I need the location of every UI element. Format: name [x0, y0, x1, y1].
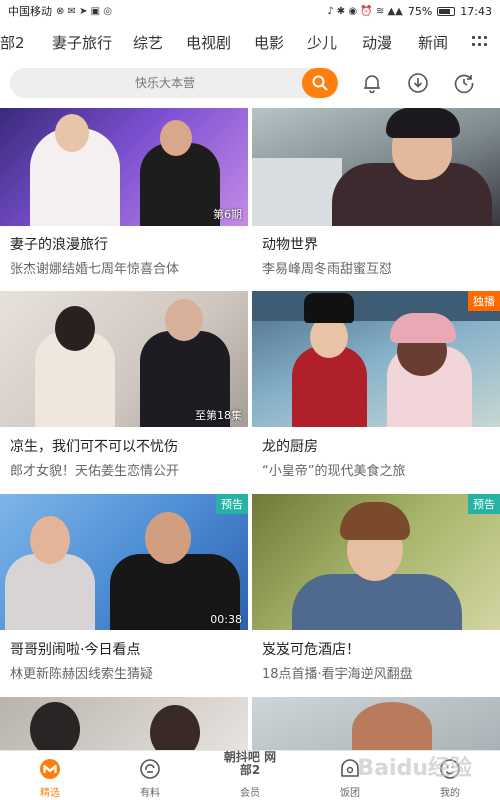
card-title: 龙的厨房 — [262, 439, 318, 455]
system-icons: ♪ ✱ ◉ ⏰ ≋ ▲▲ — [327, 5, 403, 17]
card-subtitle: 林更新陈赫因线索生猜疑 — [10, 667, 154, 682]
battery-level: 75% — [407, 4, 433, 18]
category-tab-6[interactable]: 动漫 — [362, 32, 392, 53]
card-title: 哥哥别闹啦·今日看点 — [10, 642, 141, 658]
search-row — [0, 68, 500, 98]
card-subtitle: “小皇帝”的现代美食之旅 — [262, 464, 406, 479]
card-title: 妻子的浪漫旅行 — [10, 237, 108, 253]
video-thumbnail[interactable]: 预告 00:38 — [0, 494, 248, 630]
card-subtitle: 张杰谢娜结婚七周年惊喜合体 — [10, 262, 180, 277]
notification-icons: ⊗ ✉ ➤ ▣ ◎ — [56, 5, 113, 17]
video-card[interactable]: 预告 00:38 哥哥别闹啦·今日看点 林更新陈赫因线索生猜疑 — [0, 494, 248, 684]
tab-vip[interactable]: 朝抖吧 网部2 会员 — [200, 751, 300, 800]
preview-badge: 预告 — [216, 494, 248, 514]
card-title: 动物世界 — [262, 237, 318, 253]
episode-label: 至第18集 — [195, 409, 242, 422]
tab-feed[interactable]: 有料 — [100, 751, 200, 800]
video-card[interactable]: 动物世界 李易峰周冬雨甜蜜互怼 — [252, 108, 500, 288]
category-tab-2[interactable]: 综艺 — [133, 32, 163, 53]
search-button[interactable] — [302, 68, 338, 98]
card-subtitle: 郎才女貌！天佑姜生恋情公开 — [10, 464, 180, 479]
tab-label: 我的 — [440, 788, 460, 799]
download-icon[interactable] — [406, 71, 430, 95]
video-thumbnail[interactable] — [0, 697, 248, 750]
battery-icon — [437, 6, 456, 16]
video-thumbnail[interactable]: 第6期 — [0, 108, 248, 226]
mango-logo-icon — [40, 759, 60, 779]
category-tab-1[interactable]: 妻子旅行 — [52, 32, 112, 53]
search-bar[interactable] — [10, 68, 338, 98]
baidu-watermark: Baidu经验 — [357, 756, 472, 781]
video-thumbnail[interactable] — [252, 108, 500, 226]
exclusive-badge: 独播 — [468, 291, 500, 311]
feed-icon — [140, 759, 160, 779]
history-icon[interactable] — [452, 71, 476, 95]
video-card[interactable]: 独播 龙的厨房 “小皇帝”的现代美食之旅 — [252, 291, 500, 481]
vip-icon: 朝抖吧 网部2 — [223, 750, 277, 777]
card-title: 岌岌可危酒店！ — [262, 642, 360, 658]
tab-label: 饭团 — [340, 788, 360, 799]
category-nav: 部2 妻子旅行 综艺 电视剧 电影 少儿 动漫 新闻 — [0, 22, 500, 58]
carrier-label: 中国移动 — [8, 5, 52, 18]
search-icon — [312, 75, 328, 91]
duration-label: 00:38 — [210, 613, 242, 626]
category-tab-5[interactable]: 少儿 — [307, 32, 337, 53]
bell-icon[interactable] — [360, 71, 384, 95]
video-thumbnail[interactable]: 至第18集 — [0, 291, 248, 427]
search-input[interactable] — [10, 68, 300, 98]
card-subtitle: 18点首播·看宇海逆风翻盘 — [262, 667, 413, 682]
video-thumbnail[interactable] — [252, 697, 500, 750]
tab-label: 有料 — [140, 788, 160, 799]
status-bar: 中国移动 ⊗ ✉ ➤ ▣ ◎ ♪ ✱ ◉ ⏰ ≋ ▲▲ 75% 17:43 — [0, 0, 500, 22]
video-card[interactable]: 预告 岌岌可危酒店！ 18点首播·看宇海逆风翻盘 — [252, 494, 500, 684]
category-tab-0[interactable]: 部2 — [0, 32, 25, 53]
video-thumbnail[interactable]: 预告 — [252, 494, 500, 630]
video-card[interactable] — [252, 697, 500, 750]
category-tab-7[interactable]: 新闻 — [418, 32, 448, 53]
clock: 17:43 — [460, 4, 492, 18]
preview-badge: 预告 — [468, 494, 500, 514]
category-tab-3[interactable]: 电视剧 — [186, 32, 231, 53]
card-subtitle: 李易峰周冬雨甜蜜互怼 — [262, 262, 393, 277]
category-tab-4[interactable]: 电影 — [254, 32, 284, 53]
card-title: 凉生，我们可不可以不忧伤 — [10, 439, 178, 455]
episode-label: 第6期 — [213, 208, 242, 221]
video-card[interactable]: 第6期 妻子的浪漫旅行 张杰谢娜结婚七周年惊喜合体 — [0, 108, 248, 288]
tab-label: 精选 — [40, 788, 60, 799]
video-card[interactable] — [0, 697, 248, 750]
tab-featured[interactable]: 精选 — [0, 751, 100, 800]
video-card[interactable]: 至第18集 凉生，我们可不可以不忧伤 郎才女貌！天佑姜生恋情公开 — [0, 291, 248, 481]
more-categories-icon[interactable] — [472, 36, 487, 48]
video-thumbnail[interactable]: 独播 — [252, 291, 500, 427]
tab-label: 会员 — [240, 788, 260, 799]
